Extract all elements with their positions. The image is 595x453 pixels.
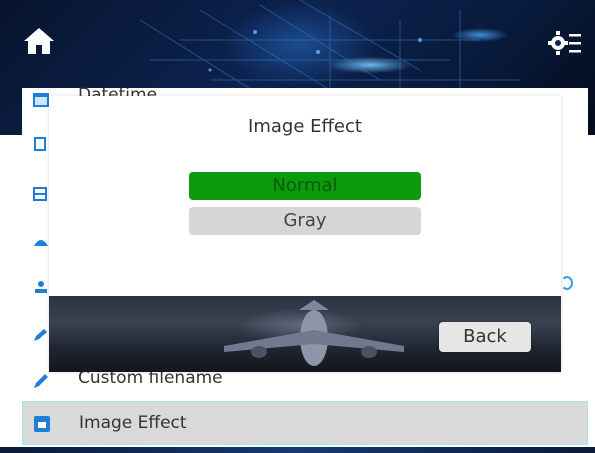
- image-effect-dialog: Image Effect Normal Gray Back: [49, 96, 561, 372]
- pencil-icon: [32, 372, 50, 390]
- toggle-switch[interactable]: [561, 276, 573, 290]
- settings-icon[interactable]: [547, 28, 583, 58]
- option-gray[interactable]: Gray: [189, 207, 421, 235]
- dialog-footer: Back: [49, 296, 561, 372]
- airplane-image: [224, 300, 404, 366]
- image-icon: [33, 415, 51, 433]
- list-item-label: Image Effect: [79, 413, 187, 433]
- list-item-image-effect[interactable]: Image Effect: [22, 401, 588, 445]
- back-button[interactable]: Back: [439, 322, 531, 352]
- bottom-decoration: [0, 447, 595, 453]
- list-icon: [33, 186, 49, 201]
- home-icon[interactable]: [22, 26, 56, 56]
- document-icon: [33, 136, 49, 151]
- option-normal[interactable]: Normal: [189, 172, 421, 200]
- storage-icon: [33, 233, 49, 247]
- user-icon: [33, 279, 49, 293]
- calendar-icon: [32, 90, 50, 108]
- edit-icon: [33, 327, 49, 341]
- dialog-title: Image Effect: [248, 116, 362, 137]
